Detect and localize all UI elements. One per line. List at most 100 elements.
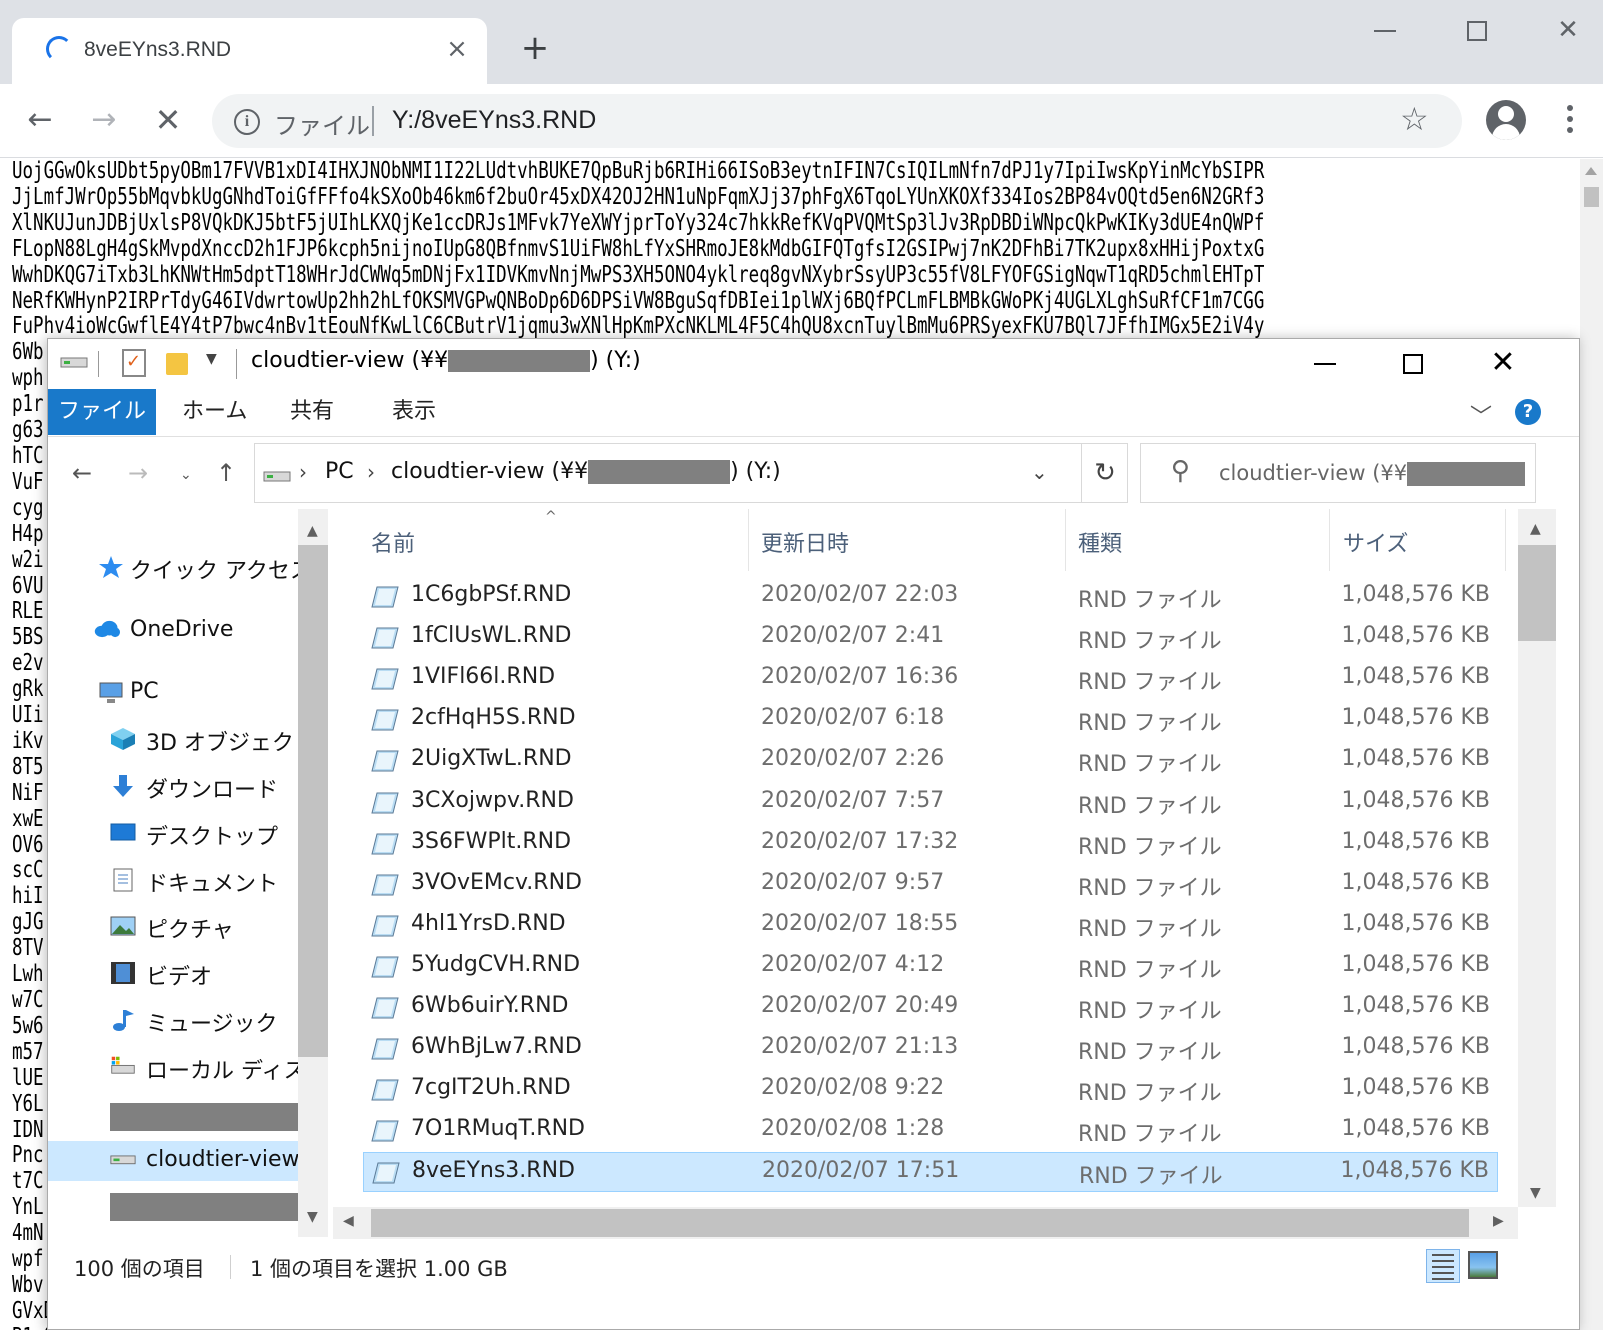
stop-loading-button[interactable]: ✕ [146,98,190,142]
music-icon [110,1008,136,1032]
nav-item[interactable] [48,1097,298,1137]
column-header-modified[interactable]: 更新日時 [761,526,849,558]
breadcrumb-pc[interactable]: PC [325,459,354,484]
explorer-maximize-button[interactable] [1391,343,1435,383]
new-folder-icon[interactable] [166,353,188,375]
redacted-box [588,460,731,484]
column-divider[interactable] [1065,509,1066,571]
info-icon[interactable]: i [234,109,260,135]
nav-item[interactable]: cloudtier-view [48,1141,300,1181]
nav-item[interactable]: デスクトップ [48,813,298,853]
explorer-close-button[interactable]: ✕ [1481,343,1525,383]
column-divider[interactable] [1505,509,1506,571]
search-input[interactable]: ⚲ cloudtier-view (¥¥ [1140,443,1536,503]
nav-item[interactable]: OneDrive [48,611,298,651]
tab-close-icon[interactable]: × [440,32,474,66]
cube-icon [110,727,136,751]
file-modified-date: 2020/02/07 7:57 [761,787,945,813]
file-row[interactable]: 6Wb6uirY.RND 2020/02/07 20:49 RND ファイル 1,04… [363,988,1498,1028]
details-view-icon[interactable] [1426,1249,1460,1283]
tab-file[interactable]: ファイル [48,389,156,435]
file-row[interactable]: 1fClUsWL.RND 2020/02/07 2:41 RND ファイル 1,048… [363,618,1498,658]
window-maximize-button[interactable] [1447,10,1507,50]
window-close-button[interactable]: ✕ [1538,10,1598,50]
explorer-back-button[interactable]: ← [72,459,92,487]
nav-item[interactable]: ミュージック [48,1000,298,1040]
explorer-title-bar[interactable]: ▼ cloudtier-view (¥¥) (Y:) ✕ [48,339,1579,389]
breadcrumb-chevron-icon[interactable]: › [367,460,375,484]
up-folder-button[interactable]: ↑ [216,459,236,487]
explorer-minimize-button[interactable] [1303,343,1347,383]
minimize-icon [1314,362,1336,365]
ribbon-expand-icon[interactable]: ﹀ [1470,399,1492,431]
column-header-size[interactable]: サイズ [1343,526,1408,558]
nav-item[interactable]: クイック アクセス [48,547,312,587]
browser-tab[interactable]: 8veEYns3.RND × [12,18,487,84]
nav-item[interactable]: 3D オブジェクト [48,719,316,759]
nav-item[interactable]: ピクチャ [48,906,298,946]
file-icon [371,832,399,856]
file-row[interactable]: 2UigXTwL.RND 2020/02/07 2:26 RND ファイル 1,048… [363,741,1498,781]
file-row[interactable]: 5YudgCVH.RND 2020/02/07 4:12 RND ファイル 1,048… [363,947,1498,987]
help-icon[interactable]: ? [1515,399,1541,425]
file-row[interactable]: 3S6FWPlt.RND 2020/02/07 17:32 RND ファイル 1,04… [363,824,1498,864]
large-icons-view-icon[interactable] [1468,1251,1498,1279]
file-row[interactable]: 7O1RMuqT.RND 2020/02/08 1:28 RND ファイル 1,048… [363,1111,1498,1151]
properties-icon[interactable] [122,349,146,377]
nav-item-label: クイック アクセス [130,559,312,584]
file-row[interactable]: 2cfHqH5S.RND 2020/02/07 6:18 RND ファイル 1,048… [363,700,1498,740]
url-text[interactable]: Y:/8veEYns3.RND [392,106,596,135]
text-line: FuPhv4ioWcGwflE4Y4tP7bwc4nBv1tEouNfKwLlC… [12,313,1265,340]
nav-item[interactable] [48,1187,298,1227]
breadcrumb-drive[interactable]: cloudtier-view (¥¥) (Y:) [391,459,781,484]
browser-toolbar: ← → ✕ i ファイル Y:/8veEYns3.RND ☆ [0,84,1603,158]
recent-locations-icon[interactable]: ⌄ [180,467,192,483]
file-list-vertical-scrollbar[interactable]: ▲ ▼ [1518,509,1556,1207]
file-name: 1VIFl66l.RND [411,664,556,690]
file-row[interactable]: 6WhBjLw7.RND 2020/02/07 21:13 RND ファイル 1,04… [363,1029,1498,1069]
nav-item[interactable]: ローカル ディスク [48,1047,327,1087]
file-row[interactable]: 3CXojwpv.RND 2020/02/07 7:57 RND ファイル 1,048… [363,783,1498,823]
bookmark-star-icon[interactable]: ☆ [1400,100,1429,138]
file-type: RND ファイル [1078,1081,1222,1107]
file-row[interactable]: 1VIFl66l.RND 2020/02/07 16:36 RND ファイル 1,04… [363,659,1498,699]
file-row[interactable]: 7cgIT2Uh.RND 2020/02/08 9:22 RND ファイル 1,048… [363,1070,1498,1110]
quick-access-divider [98,351,99,377]
file-row[interactable]: 8veEYns3.RND 2020/02/07 17:51 RND ファイル 1,04… [363,1152,1498,1193]
explorer-forward-button[interactable]: → [128,459,148,487]
forward-button[interactable]: → [82,98,126,142]
more-menu-icon[interactable] [1560,102,1580,140]
file-modified-date: 2020/02/08 1:28 [761,1116,945,1142]
file-modified-date: 2020/02/07 21:13 [761,1034,959,1060]
back-button[interactable]: ← [18,98,62,142]
nav-item[interactable]: PC [48,673,298,713]
nav-item[interactable]: ダウンロード [48,766,298,806]
column-divider[interactable] [1329,509,1330,571]
file-row[interactable]: 4hl1YrsD.RND 2020/02/07 18:55 RND ファイル 1,04… [363,906,1498,946]
file-row[interactable]: 3VOvEMcv.RND 2020/02/07 9:57 RND ファイル 1,048… [363,865,1498,905]
text-line: XlNKUJunJDBjUxlsP8VQkDKJ5btF5jUIhLKXQjKe… [12,209,1265,236]
file-row[interactable]: 1C6gbPSf.RND 2020/02/07 22:03 RND ファイル 1,04… [363,577,1498,617]
drive-icon [60,357,88,368]
file-list-horizontal-scrollbar[interactable]: ◀ ▶ [333,1207,1518,1239]
account-avatar-icon[interactable] [1486,100,1526,140]
column-header-name[interactable]: 名前 [371,526,415,558]
nav-pane-scrollbar[interactable]: ▲ ▼ [298,509,328,1237]
tab-view[interactable]: 表示 [386,389,442,435]
refresh-button[interactable]: ↻ [1081,444,1128,502]
address-bar[interactable]: i ファイル Y:/8veEYns3.RND ☆ [212,94,1462,148]
maximize-icon [1467,20,1487,41]
page-scrollbar[interactable] [1580,159,1603,1330]
column-divider[interactable] [748,509,749,571]
window-minimize-button[interactable] [1355,10,1415,50]
tab-home[interactable]: ホーム [176,389,253,435]
explorer-address-bar[interactable]: › PC › cloudtier-view (¥¥) (Y:) ⌄ ↻ [254,443,1128,503]
column-header-type[interactable]: 種類 [1078,526,1122,558]
customize-toolbar-icon[interactable]: ▼ [206,351,217,381]
nav-item[interactable]: ビデオ [48,953,298,993]
new-tab-button[interactable]: + [515,30,555,70]
breadcrumb-chevron-icon[interactable]: › [299,460,307,484]
tab-share[interactable]: 共有 [284,389,340,435]
address-history-dropdown-icon[interactable]: ⌄ [1031,460,1048,484]
nav-item[interactable]: ドキュメント [48,860,298,900]
